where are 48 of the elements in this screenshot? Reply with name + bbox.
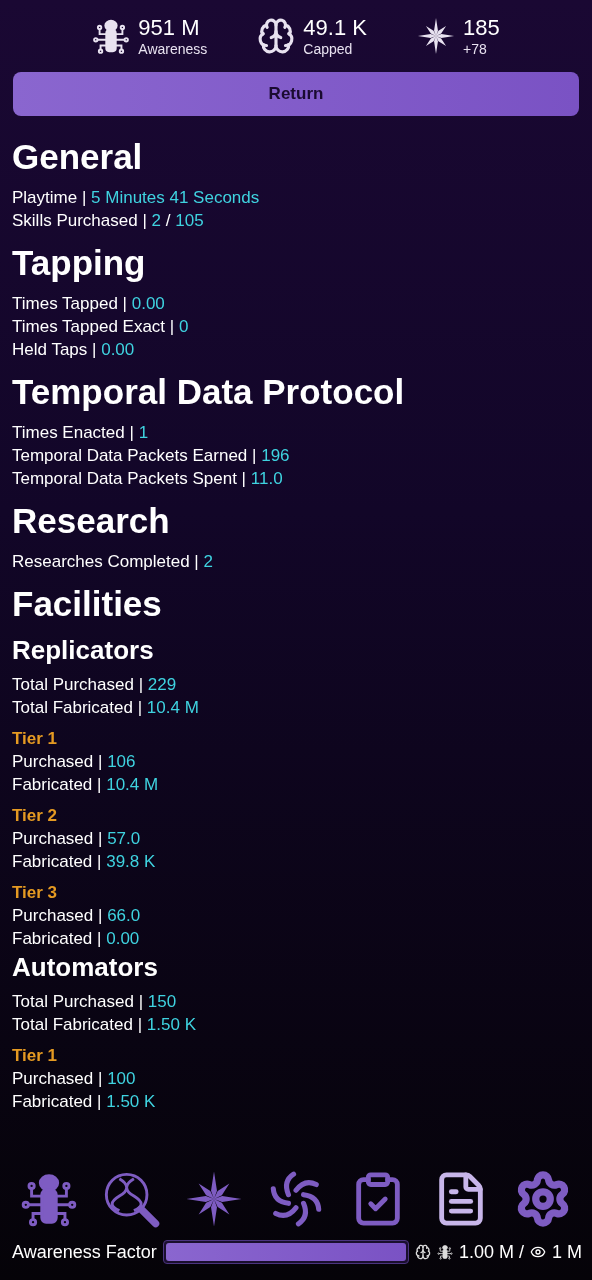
- circuit-bug-icon: [436, 1244, 453, 1260]
- stat-label: Awareness: [138, 41, 208, 56]
- section-heading: Research: [12, 500, 171, 542]
- stat-line: Temporal Data Packets Spent | 11.0: [12, 468, 284, 490]
- stat-line: Fabricated | 1.50 K: [12, 1091, 157, 1113]
- stat-line: Researches Completed | 2: [12, 551, 214, 573]
- stat-line: Times Tapped | 0.00: [12, 293, 166, 315]
- section-heading: Tapping: [12, 242, 147, 284]
- tier-heading: Tier 1: [12, 1045, 59, 1067]
- awareness-factor-label: Awareness Factor: [12, 1241, 157, 1263]
- circuit-bug-icon: [92, 17, 131, 55]
- brain-icon: [414, 1244, 431, 1260]
- stat-value: 49.1 K: [303, 16, 367, 39]
- return-button[interactable]: Return: [13, 72, 579, 116]
- stat-value: 951 M: [138, 16, 201, 39]
- stat-line: Purchased | 106: [12, 751, 137, 773]
- subsection-heading: Automators: [12, 951, 159, 984]
- stat-line: Total Purchased | 150: [12, 991, 178, 1013]
- stat-line: Total Purchased | 229: [12, 674, 178, 696]
- stat-line: Fabricated | 0.00: [12, 928, 141, 950]
- stat-label: Capped: [303, 41, 354, 56]
- subsection-heading: Replicators: [12, 634, 155, 667]
- tier-heading: Tier 3: [12, 882, 59, 904]
- tier-heading: Tier 1: [12, 728, 59, 750]
- stat-line: Purchased | 100: [12, 1068, 137, 1090]
- stat-line: Purchased | 57.0: [12, 828, 142, 850]
- stat-line: Playtime | 5 Minutes 41 Seconds: [12, 187, 261, 209]
- section-heading: Facilities: [12, 583, 163, 625]
- awareness-cap: 1 M: [552, 1241, 582, 1263]
- stat-value: 185: [462, 16, 500, 39]
- awareness-reading: 1.00 M /: [458, 1241, 524, 1263]
- stat-line: Skills Purchased | 2 / 105: [12, 210, 205, 232]
- stat-line: Total Fabricated | 10.4 M: [12, 697, 200, 719]
- stat-label: +78: [462, 41, 488, 56]
- stat-line: Purchased | 66.0: [12, 905, 142, 927]
- tier-heading: Tier 2: [12, 805, 59, 827]
- stat-line: Fabricated | 39.8 K: [12, 851, 157, 873]
- brain-icon: [257, 17, 296, 55]
- stat-line: Times Enacted | 1: [12, 422, 150, 444]
- stat-line: Held Taps | 0.00: [12, 339, 136, 361]
- stat-line: Total Fabricated | 1.50 K: [12, 1014, 197, 1036]
- eye-icon: [530, 1244, 546, 1260]
- stat-line: Times Tapped Exact | 0: [12, 316, 190, 338]
- dna-magnifier-icon: [102, 1170, 161, 1228]
- section-heading: Temporal Data Protocol: [12, 371, 406, 413]
- stat-line: Temporal Data Packets Earned | 196: [12, 445, 291, 467]
- stat-line: Fabricated | 10.4 M: [12, 774, 160, 796]
- section-heading: General: [12, 136, 144, 178]
